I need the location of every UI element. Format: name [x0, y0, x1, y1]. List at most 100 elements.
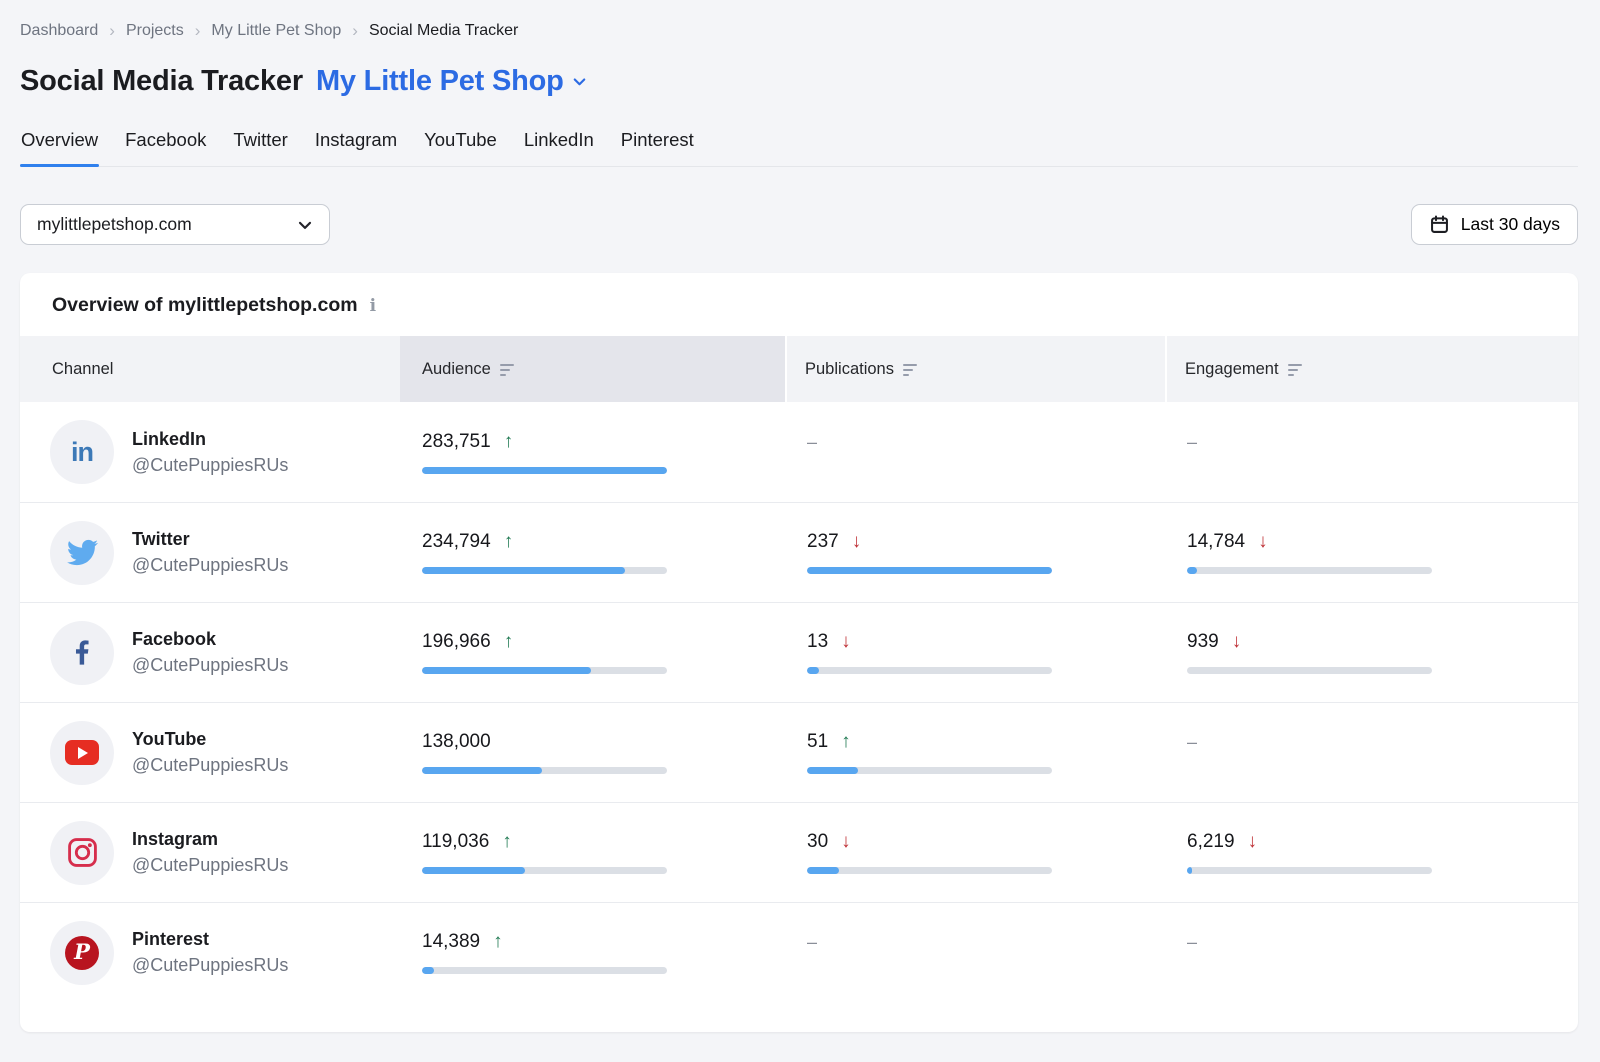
- audience-cell: 138,000: [400, 731, 785, 774]
- channel-handle[interactable]: @CutePuppiesRUs: [132, 855, 288, 876]
- channel-name: Instagram: [132, 829, 288, 850]
- channel-text: LinkedIn @CutePuppiesRUs: [132, 429, 288, 476]
- tab-linkedin[interactable]: LinkedIn: [523, 127, 595, 166]
- audience-value-block: 138,000: [422, 731, 785, 774]
- progress-bar-fill: [807, 867, 839, 874]
- engagement-cell: –: [1165, 731, 1578, 774]
- column-header-engagement[interactable]: Engagement: [1165, 336, 1578, 402]
- chevron-right-icon: ›: [195, 22, 201, 39]
- project-selector[interactable]: My Little Pet Shop: [316, 65, 589, 98]
- engagement-value: 6,219: [1187, 831, 1235, 853]
- tab-pinterest[interactable]: Pinterest: [620, 127, 695, 166]
- channel-text: YouTube@CutePuppiesRUs: [132, 729, 288, 776]
- publications-value-block: 13↓: [807, 631, 1165, 674]
- channel-name: LinkedIn: [132, 429, 288, 450]
- publications-cell: –: [785, 431, 1165, 474]
- filter-row: mylittlepetshop.com Last 30 days: [20, 204, 1578, 245]
- audience-progress-bar: [422, 467, 667, 474]
- publications-progress-bar: [807, 867, 1052, 874]
- tab-bar: Overview Facebook Twitter Instagram YouTube L…: [20, 127, 1578, 167]
- instagram-icon: [50, 821, 114, 885]
- progress-bar-fill: [807, 767, 858, 774]
- channel-handle[interactable]: @CutePuppiesRUs: [132, 455, 288, 476]
- trend-up-icon: ↑: [493, 931, 503, 953]
- tab-youtube[interactable]: YouTube: [423, 127, 498, 166]
- table-row-youtube: YouTube@CutePuppiesRUs 138,000 51↑–: [20, 702, 1578, 802]
- breadcrumb-dashboard[interactable]: Dashboard: [20, 22, 98, 40]
- channel-cell: Facebook @CutePuppiesRUs: [20, 621, 400, 685]
- audience-value: 196,966: [422, 631, 491, 653]
- channel-text: Pinterest@CutePuppiesRUs: [132, 929, 288, 976]
- audience-progress-bar: [422, 767, 667, 774]
- publications-cell: –: [785, 931, 1165, 974]
- column-header-publications[interactable]: Publications: [785, 336, 1165, 402]
- domain-select-value: mylittlepetshop.com: [37, 214, 192, 235]
- tab-facebook[interactable]: Facebook: [124, 127, 207, 166]
- progress-bar-fill: [422, 567, 625, 574]
- sort-icon: [500, 364, 514, 377]
- channel-handle[interactable]: @CutePuppiesRUs: [132, 555, 288, 576]
- channel-handle[interactable]: @CutePuppiesRUs: [132, 955, 288, 976]
- engagement-cell: 14,784↓: [1165, 531, 1578, 574]
- publications-value-block: 30 ↓: [807, 831, 1165, 874]
- twitter-icon: [50, 521, 114, 585]
- progress-bar-fill: [422, 667, 591, 674]
- date-range-button[interactable]: Last 30 days: [1411, 204, 1578, 245]
- publications-value: 13: [807, 631, 828, 653]
- publications-cell: 51↑: [785, 731, 1165, 774]
- audience-value: 138,000: [422, 731, 491, 753]
- info-icon[interactable]: i: [370, 296, 376, 316]
- channel-handle[interactable]: @CutePuppiesRUs: [132, 755, 288, 776]
- tab-twitter[interactable]: Twitter: [232, 127, 288, 166]
- tab-instagram[interactable]: Instagram: [314, 127, 398, 166]
- trend-up-icon: ↑: [502, 831, 512, 853]
- audience-progress-bar: [422, 967, 667, 974]
- audience-value-block: 196,966↑: [422, 631, 785, 674]
- table-header: ChannelAudiencePublicationsEngagement: [20, 336, 1578, 402]
- engagement-cell: 6,219↓: [1165, 831, 1578, 874]
- audience-value-block: 283,751↑: [422, 431, 785, 474]
- breadcrumb-projects[interactable]: Projects: [126, 22, 184, 40]
- channel-cell: YouTube@CutePuppiesRUs: [20, 721, 400, 785]
- empty-value: –: [807, 432, 817, 452]
- publications-value-block: 51↑: [807, 731, 1165, 774]
- progress-bar-fill: [1187, 867, 1192, 874]
- column-label: Publications: [805, 360, 894, 379]
- publications-progress-bar: [807, 667, 1052, 674]
- progress-bar-fill: [807, 567, 1052, 574]
- audience-progress-bar: [422, 567, 667, 574]
- channel-cell: PPinterest@CutePuppiesRUs: [20, 921, 400, 985]
- progress-bar-fill: [422, 767, 542, 774]
- audience-value: 234,794: [422, 531, 491, 553]
- domain-select[interactable]: mylittlepetshop.com: [20, 204, 330, 245]
- channel-handle[interactable]: @CutePuppiesRUs: [132, 655, 288, 676]
- engagement-cell: –: [1165, 931, 1578, 974]
- publications-progress-bar: [807, 567, 1052, 574]
- table-row-linkedin: inLinkedIn@CutePuppiesRUs283,751↑––: [20, 402, 1578, 502]
- engagement-value-block: 6,219↓: [1187, 831, 1578, 874]
- audience-cell: 119,036↑: [400, 831, 785, 874]
- chevron-right-icon: ›: [109, 22, 115, 39]
- audience-cell: 196,966↑: [400, 631, 785, 674]
- card-title: Overview of mylittlepetshop.com: [52, 294, 358, 317]
- engagement-value-block: –: [1187, 931, 1578, 974]
- card-title-row: Overview of mylittlepetshop.com i: [20, 273, 1578, 336]
- audience-cell: 14,389↑: [400, 931, 785, 974]
- column-header-audience[interactable]: Audience: [400, 336, 785, 402]
- trend-down-icon: ↓: [841, 831, 851, 853]
- audience-progress-bar: [422, 667, 667, 674]
- sort-icon: [903, 364, 917, 377]
- engagement-value: 939: [1187, 631, 1219, 653]
- tab-overview[interactable]: Overview: [20, 127, 99, 166]
- engagement-value-block: –: [1187, 731, 1578, 774]
- engagement-value-block: –: [1187, 431, 1578, 474]
- breadcrumb-project-name[interactable]: My Little Pet Shop: [211, 22, 341, 40]
- progress-bar-fill: [807, 667, 819, 674]
- table-row-facebook: Facebook@CutePuppiesRUs196,966↑13↓939↓: [20, 602, 1578, 702]
- trend-up-icon: ↑: [841, 731, 851, 753]
- page: Dashboard › Projects › My Little Pet Sho…: [0, 0, 1600, 1032]
- project-selector-label: My Little Pet Shop: [316, 65, 564, 98]
- publications-cell: 237↓: [785, 531, 1165, 574]
- channel-name: Facebook: [132, 629, 288, 650]
- publications-value: 30: [807, 831, 828, 853]
